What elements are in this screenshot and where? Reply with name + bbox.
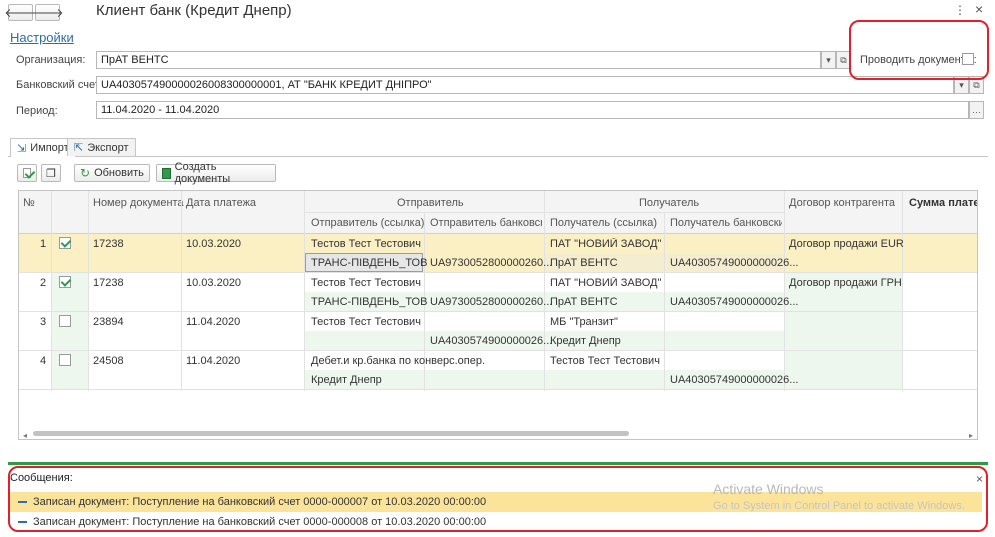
dropdown-icon[interactable]: ▾ [821,51,836,69]
row-checkbox[interactable] [59,315,71,330]
col-num[interactable]: № [23,197,35,209]
highlight-frame [8,466,988,532]
account-label: Банковский счет: [16,79,103,91]
import-icon: ⇲ [17,142,27,155]
row-num: 4 [40,355,47,367]
row-pay-date: 11.04.2020 [186,316,241,328]
horizontal-scrollbar[interactable] [33,431,629,436]
col-receiver-bank[interactable]: Получатель банковский [670,217,782,229]
uncheck-all-icon: ❐ [46,167,56,180]
window-title: Клиент банк (Кредит Днепр) [96,2,292,19]
row-sender-ref: Тестов Тест Тестович [311,277,421,289]
tab-import-label: Импорт [30,142,69,154]
messages-divider [8,462,988,465]
export-icon: ⇱ [74,142,84,154]
tab-import[interactable]: ⇲ Импорт [10,138,76,157]
row-sender-ref2: ТРАНС-ПІВДЕНЬ_ТОВ [311,296,428,308]
row-contract: Договор продажи ГРН [789,277,902,289]
create-documents-button[interactable]: Создать документы [156,161,276,185]
col-doc-number[interactable]: Номер документа [93,197,184,209]
row-pay-date: 10.03.2020 [186,277,242,289]
row-receiver-ref: ПАТ "НОВИЙ ЗАВОД" [550,238,662,250]
arrow-right-icon: 🡒 [31,6,64,20]
row-sender-ref2: Кредит Днепр [311,374,382,386]
row-contract: Договор продажи EUR [789,238,904,250]
row-receiver-ref: МБ "Транзит" [550,316,618,328]
activation-watermark: Activate Windows [713,481,824,497]
row-receiver-bank: UA40305749000000026... [670,257,799,269]
forward-button[interactable]: 🡒 [31,4,64,21]
documents-table: № Номер документа Дата платежа Отправите… [18,190,978,440]
row-receiver-ref: ПАТ "НОВИЙ ЗАВОД" [550,277,662,289]
row-receiver-ref2: ПрАТ ВЕНТС [550,257,618,269]
col-receiver[interactable]: Получатель [639,197,699,209]
row-doc-number: 17238 [93,277,124,289]
row-pay-date: 10.03.2020 [186,238,242,250]
row-sender-ref: Тестов Тест Тестович [311,238,421,250]
row-checkbox[interactable] [59,354,71,369]
row-sender-ref: Тестов Тест Тестович [311,316,421,328]
row-receiver-bank: UA40305749000000026... [670,296,799,308]
row-receiver-ref2: Кредит Днепр [550,335,621,347]
row-receiver-ref: Тестов Тест Тестович [550,355,660,367]
org-field[interactable]: ПрАТ ВЕНТС [96,51,821,69]
row-sender-bank: UA4030574900000026... [430,335,553,347]
refresh-icon: ↻ [80,166,91,180]
col-pay-date[interactable]: Дата платежа [186,197,256,209]
uncheck-all-button[interactable]: ❐ [41,164,61,182]
highlight-frame [849,20,989,80]
col-contract[interactable]: Договор контрагента [789,197,895,209]
row-doc-number: 17238 [93,238,124,250]
org-label: Организация: [16,54,86,66]
scroll-right-icon[interactable]: ▸ [969,431,973,439]
row-num: 2 [40,277,47,289]
period-field[interactable]: 11.04.2020 - 11.04.2020 [96,101,969,119]
row-num: 1 [40,238,47,250]
row-receiver-bank: UA40305749000000026... [670,374,799,386]
col-sender-bank[interactable]: Отправитель банковский [430,217,542,229]
scroll-left-icon[interactable]: ◂ [23,431,27,439]
post-docs-label: Проводить документы: [860,54,977,66]
check-all-button[interactable] [17,164,37,182]
post-docs-checkbox[interactable] [962,53,974,68]
row-checkbox[interactable] [59,237,71,252]
col-sender-ref[interactable]: Отправитель (ссылка) [311,217,424,229]
row-num: 3 [40,316,47,328]
period-label: Период: [16,105,58,117]
row-sender-bank: UA9730052800000260... [430,296,553,308]
row-doc-number: 23894 [93,316,124,328]
more-icon[interactable]: ⋮ [954,3,966,17]
close-icon[interactable]: × [975,1,983,17]
activation-watermark-hint: Go to System in Control Panel to activat… [713,500,965,512]
row-receiver-ref2: ПрАТ ВЕНТС [550,296,618,308]
create-label: Создать документы [174,161,231,185]
tab-export[interactable]: ⇱ Экспорт [67,138,136,156]
tab-divider [8,156,988,157]
col-receiver-ref[interactable]: Получатель (ссылка) [550,217,657,229]
row-checkbox[interactable] [59,276,71,291]
settings-link[interactable]: Настройки [10,30,74,45]
check-all-icon [23,168,31,178]
account-field[interactable]: UA403057490000026008300000001, АТ "БАНК … [96,76,954,94]
document-icon [162,167,171,179]
contract-column-bg [784,273,902,390]
col-amount[interactable]: Сумма платежа [909,197,977,209]
row-pay-date: 11.04.2020 [186,355,241,367]
tab-export-label: Экспорт [87,141,129,154]
col-sender[interactable]: Отправитель [397,197,464,209]
row-sender-ref: Дебет.и кр.банка по конверс.опер. [311,355,486,367]
refresh-button[interactable]: ↻ Обновить [74,164,150,182]
refresh-label: Обновить [94,167,144,179]
row-sender-bank: UA9730052800000260... [430,257,553,269]
back-button[interactable]: 🡐 [4,4,37,21]
row-doc-number: 24508 [93,355,124,367]
period-select-button[interactable]: … [969,101,984,119]
row-sender-ref2: ТРАНС-ПІВДЕНЬ_ТОВ [311,257,428,269]
